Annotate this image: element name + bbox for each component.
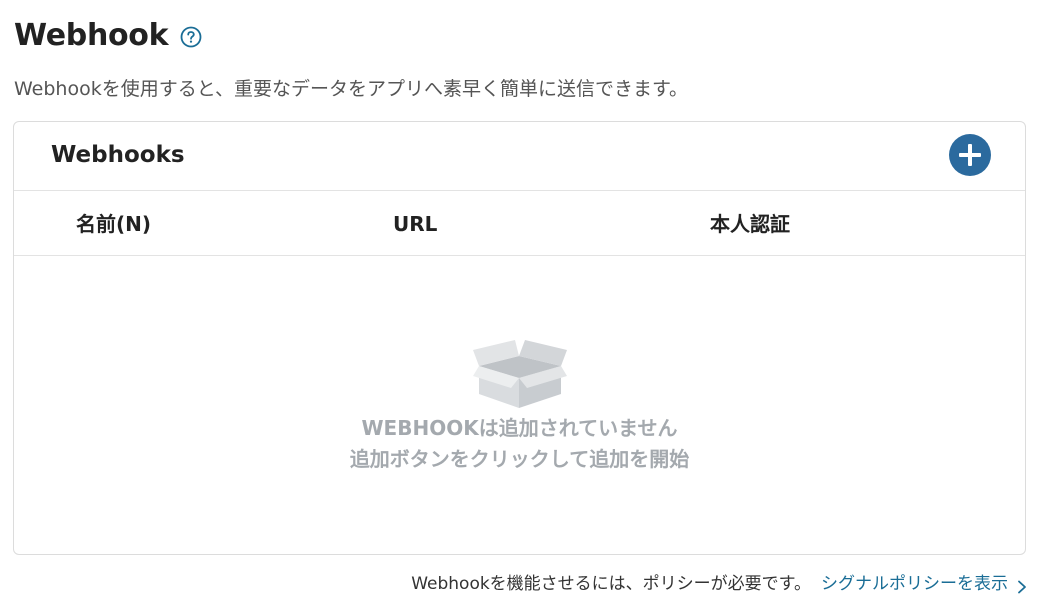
- add-webhook-button[interactable]: [949, 134, 991, 176]
- column-header-authentication[interactable]: 本人認証: [710, 211, 790, 237]
- page-title: Webhook: [14, 18, 169, 53]
- page-header: Webhook: [14, 16, 202, 56]
- column-header-name[interactable]: 名前(N): [76, 211, 151, 237]
- table-header: 名前(N) URL 本人認証: [14, 191, 1025, 256]
- webhooks-card: Webhooks 名前(N) URL 本人認証 WEBHOOKは追加されていませ…: [13, 121, 1026, 555]
- empty-box-icon: [473, 336, 567, 408]
- plus-icon: [959, 144, 981, 166]
- chevron-right-icon: [1016, 577, 1028, 594]
- view-signal-policy-label: シグナルポリシーを表示: [821, 574, 1008, 594]
- policy-requirement-text: Webhookを機能させるには、ポリシーが必要です。: [411, 574, 811, 594]
- column-header-url[interactable]: URL: [393, 211, 437, 237]
- view-signal-policy-link[interactable]: シグナルポリシーを表示: [821, 572, 1028, 596]
- card-title: Webhooks: [51, 142, 185, 168]
- help-icon[interactable]: [180, 26, 202, 48]
- empty-state-hint: 追加ボタンをクリックして追加を開始: [349, 447, 690, 471]
- footer: Webhookを機能させるには、ポリシーが必要です。 シグナルポリシーを表示: [411, 572, 1028, 596]
- page-description: Webhookを使用すると、重要なデータをアプリへ素早く簡単に送信できます。: [14, 78, 689, 100]
- card-header: Webhooks: [14, 122, 1025, 191]
- empty-state-title: WEBHOOKは追加されていません: [361, 416, 678, 440]
- empty-state: WEBHOOKは追加されていません 追加ボタンをクリックして追加を開始: [14, 256, 1025, 554]
